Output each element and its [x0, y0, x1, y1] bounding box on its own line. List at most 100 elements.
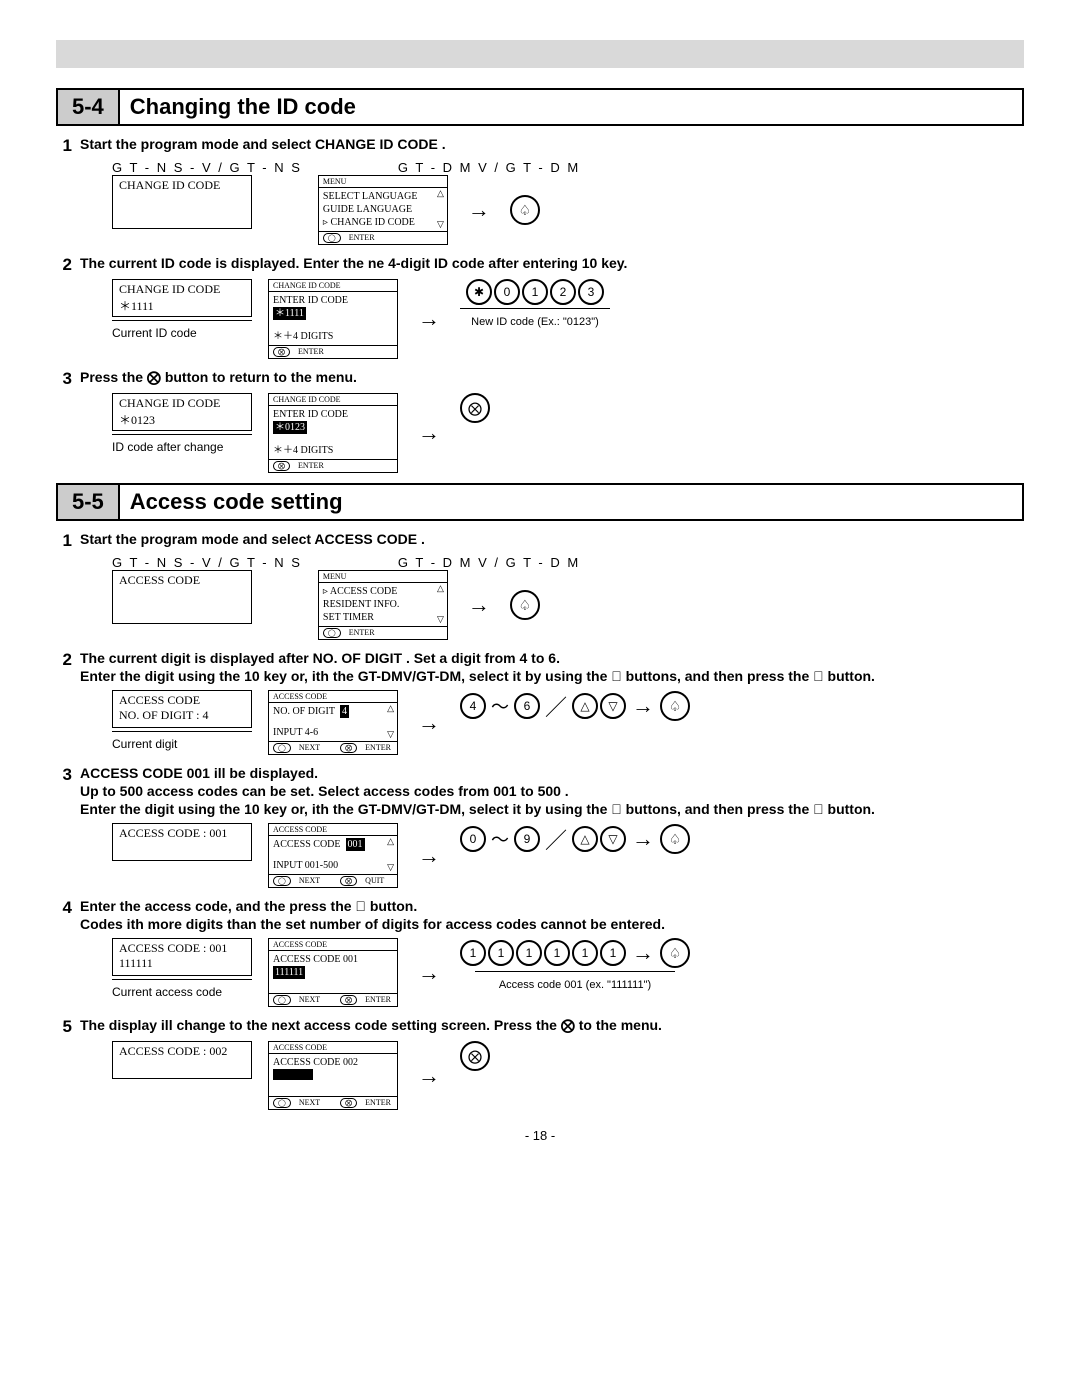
- device-box-left: CHANGE ID CODE: [112, 175, 252, 229]
- step-number: 2: [56, 650, 80, 686]
- device-box-left: CHANGE ID CODE ＊1111: [112, 279, 252, 317]
- menu-line: NO. OF DIGIT: [273, 706, 335, 717]
- model-label-right: G T - D M V / G T - D M: [398, 160, 580, 175]
- step-text: Enter the digit using the 10 key or, ith…: [80, 801, 1024, 817]
- menu-value: 001: [346, 838, 365, 851]
- section-5-4-header: 5-4 Changing the ID code: [56, 88, 1024, 126]
- quit-button[interactable]: ⨂: [460, 393, 490, 423]
- bell-button[interactable]: ♤: [660, 824, 690, 854]
- foot-enter: ENTER: [365, 1098, 391, 1108]
- s55-step2: 2 The current digit is displayed after N…: [56, 650, 1024, 686]
- quit-button[interactable]: ⨂: [460, 1041, 490, 1071]
- menu-value: 4: [340, 705, 349, 718]
- down-button[interactable]: ▽: [600, 826, 626, 852]
- key-1[interactable]: 1: [516, 940, 542, 966]
- caption: Current digit: [112, 737, 177, 751]
- slash: ／: [542, 823, 570, 855]
- menu-box: ACCESS CODE ACCESS CODE 002 ◯NEXT ⨂ENTER: [268, 1041, 398, 1110]
- key-range-high[interactable]: 6: [514, 693, 540, 719]
- tilde-icon: 〜: [488, 693, 512, 719]
- key-range-high[interactable]: 9: [514, 826, 540, 852]
- key-1[interactable]: 1: [572, 940, 598, 966]
- up-button[interactable]: △: [572, 693, 598, 719]
- menu-line: ACCESS CODE 002: [273, 1056, 393, 1069]
- up-arrow-icon: △: [437, 188, 444, 200]
- line: ACCESS CODE : 002: [119, 1044, 245, 1059]
- step-number: 3: [56, 765, 80, 819]
- arrow-right-icon: →: [632, 693, 654, 719]
- line: 111111: [119, 956, 245, 971]
- bell-button[interactable]: ♤: [510, 195, 540, 225]
- menu-item: GUIDE LANGUAGE: [323, 203, 443, 216]
- foot-quit: QUIT: [365, 876, 384, 886]
- foot-enter: ENTER: [365, 995, 391, 1005]
- model-label-right: G T - D M V / G T - D M: [398, 555, 580, 570]
- step-number: 3: [56, 369, 80, 389]
- top-grey-bar: [56, 40, 1024, 68]
- foot-chip: ◯: [273, 876, 291, 886]
- s55-step5: 5 The display ill change to the next acc…: [56, 1017, 1024, 1037]
- step-text: Enter the access code, and the press the…: [80, 898, 1024, 914]
- key-0[interactable]: 0: [494, 279, 520, 305]
- device-box-text: ACCESS CODE: [119, 573, 200, 587]
- arrow-right-icon: →: [418, 843, 440, 869]
- foot-chip: ◯: [273, 743, 291, 753]
- device-box-left: CHANGE ID CODE ＊0123: [112, 393, 252, 431]
- step-number: 2: [56, 255, 80, 275]
- foot-chip: ◯: [273, 1098, 291, 1108]
- menu-item: SELECT LANGUAGE: [323, 190, 443, 203]
- s55-step3: 3 ACCESS CODE 001 ill be displayed. Up t…: [56, 765, 1024, 819]
- down-arrow-icon: ▽: [437, 219, 444, 231]
- device-box-left: ACCESS CODE : 001: [112, 823, 252, 861]
- foot-chip: ◯: [323, 628, 341, 638]
- caption: Current access code: [112, 985, 222, 999]
- menu-box: MENU △ SELECT LANGUAGE GUIDE LANGUAGE CH…: [318, 175, 448, 245]
- line: NO. OF DIGIT : 4: [119, 708, 245, 723]
- down-button[interactable]: ▽: [600, 693, 626, 719]
- slash: ／: [542, 690, 570, 722]
- foot-chip: ◯: [323, 233, 341, 243]
- bell-button[interactable]: ♤: [510, 590, 540, 620]
- up-button[interactable]: △: [572, 826, 598, 852]
- foot-enter: ENTER: [298, 461, 324, 471]
- foot-chip: ⨂: [273, 347, 290, 357]
- device-box-left: ACCESS CODE : 001 111111: [112, 938, 252, 976]
- foot-chip: ⨂: [340, 743, 357, 753]
- line: ACCESS CODE: [119, 693, 245, 708]
- menu-title: ACCESS CODE: [269, 824, 397, 836]
- key-1[interactable]: 1: [460, 940, 486, 966]
- foot-enter: ENTER: [298, 347, 324, 357]
- key-1[interactable]: 1: [488, 940, 514, 966]
- bell-button[interactable]: ♤: [660, 691, 690, 721]
- key-range-low[interactable]: 0: [460, 826, 486, 852]
- key-3[interactable]: 3: [578, 279, 604, 305]
- menu-title: MENU: [319, 176, 447, 188]
- key-2[interactable]: 2: [550, 279, 576, 305]
- menu-title: MENU: [319, 571, 447, 583]
- line: ACCESS CODE : 001: [119, 941, 245, 956]
- up-arrow-icon: △: [387, 703, 394, 715]
- bell-button[interactable]: ♤: [660, 938, 690, 968]
- s54-step2: 2 The current ID code is displayed. Ente…: [56, 255, 1024, 275]
- page-number: - 18 -: [56, 1128, 1024, 1143]
- step-text: Start the program mode and select ACCESS…: [80, 531, 1024, 547]
- section-5-5-header: 5-5 Access code setting: [56, 483, 1024, 521]
- menu-hint: ＊＋4 DIGITS: [273, 444, 393, 457]
- device-box-left: ACCESS CODE: [112, 570, 252, 624]
- menu-item: RESIDENT INFO.: [323, 598, 443, 611]
- foot-chip: ◯: [273, 995, 291, 1005]
- key-1[interactable]: 1: [600, 940, 626, 966]
- key-range-low[interactable]: 4: [460, 693, 486, 719]
- model-label-left: G T - N S - V / G T - N S: [112, 160, 302, 175]
- menu-value: [273, 1069, 313, 1080]
- tilde-icon: 〜: [488, 826, 512, 852]
- menu-line: ENTER ID CODE: [273, 408, 393, 421]
- device-box-left: ACCESS CODE NO. OF DIGIT : 4: [112, 690, 252, 728]
- key-1[interactable]: 1: [522, 279, 548, 305]
- line: ＊0123: [119, 411, 245, 428]
- s54-step3: 3 Press the ⨂ button to return to the me…: [56, 369, 1024, 389]
- menu-box: ACCESS CODE △ NO. OF DIGIT 4 ▽ INPUT 4-6…: [268, 690, 398, 755]
- key-star[interactable]: ✱: [466, 279, 492, 305]
- s54-step1: 1 Start the program mode and select CHAN…: [56, 136, 1024, 156]
- key-1[interactable]: 1: [544, 940, 570, 966]
